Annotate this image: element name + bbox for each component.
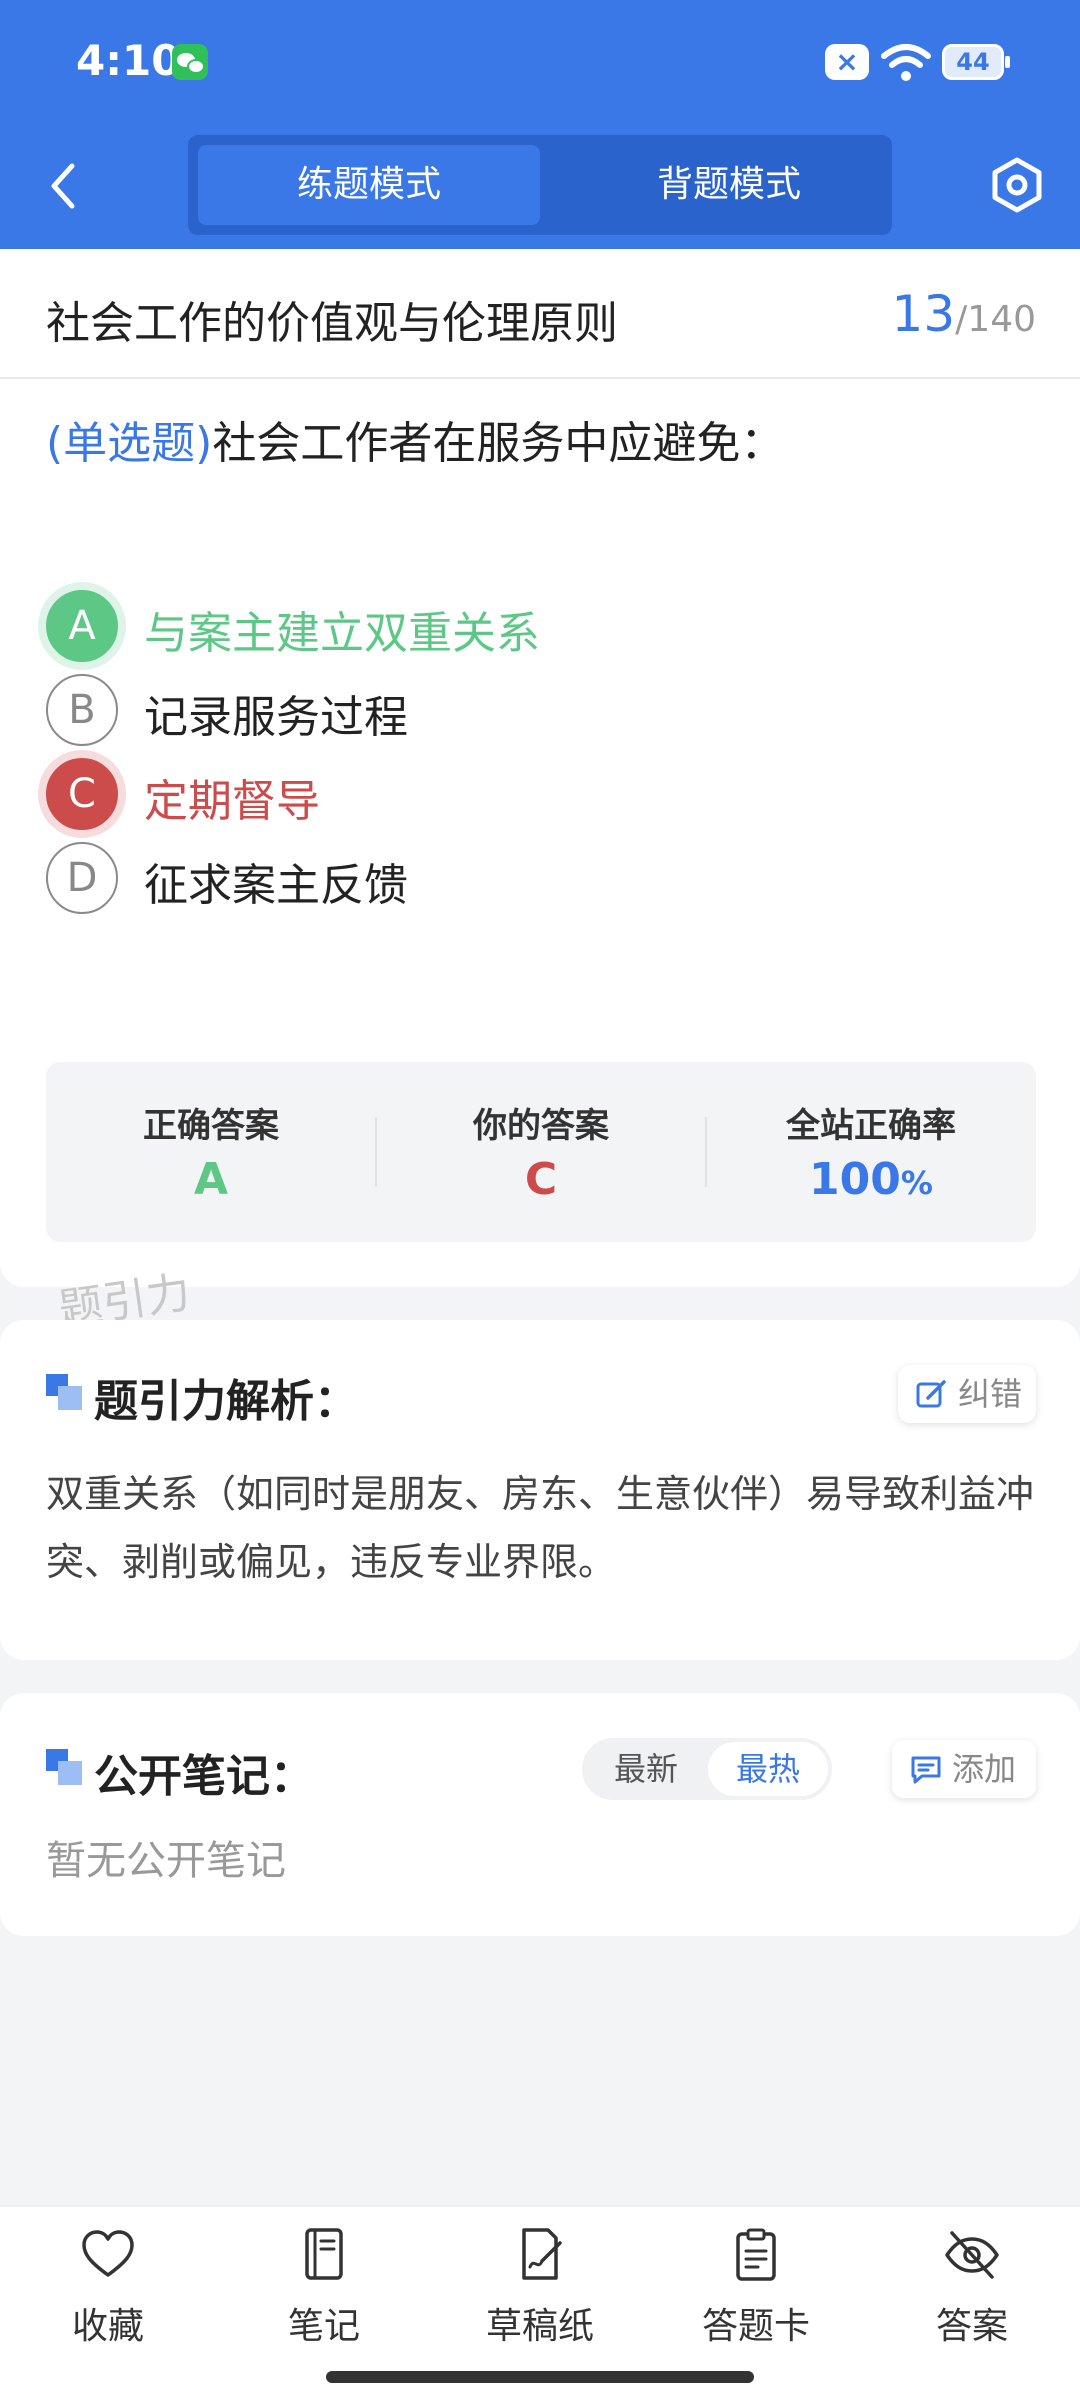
sort-newest[interactable]: 最新	[586, 1742, 706, 1796]
option-a[interactable]: A 与案主建立双重关系	[46, 583, 1036, 673]
chapter-title: 社会工作的价值观与伦理原则	[46, 298, 618, 349]
your-answer-label: 你的答案	[473, 1106, 609, 1146]
nav-answer[interactable]: 答案	[864, 2227, 1080, 2367]
accuracy-rate-stat: 全站正确率 100%	[706, 1062, 1036, 1242]
option-c[interactable]: C 定期督导	[46, 751, 1036, 841]
question-card: 社会工作的价值观与伦理原则 13/140 (单选题)社会工作者在服务中应避免： …	[0, 249, 1080, 1287]
edit-icon	[916, 1380, 946, 1408]
section-icon	[46, 1374, 82, 1410]
wifi-icon	[881, 44, 931, 81]
analysis-text: 双重关系（如同时是朋友、房东、生意伙伴）易导致利益冲突、剥削或偏见，违反专业界限…	[46, 1472, 1035, 1584]
empty-notes-text: 暂无公开笔记	[46, 1838, 286, 1884]
heart-icon	[82, 2230, 134, 2277]
option-letter: C	[46, 758, 118, 830]
analysis-title: 题引力解析：	[94, 1376, 358, 1427]
nav-favorite-label: 收藏	[71, 2306, 144, 2347]
option-text: 记录服务过程	[144, 692, 408, 743]
back-button[interactable]	[40, 158, 88, 214]
question-type: (单选题)	[46, 418, 213, 469]
question-text: 社会工作者在服务中应避免：	[212, 418, 785, 469]
option-letter: D	[46, 842, 118, 914]
divider	[0, 377, 1080, 379]
correct-answer-stat: 正确答案 A	[46, 1062, 376, 1242]
answer-result-panel: 正确答案 A 你的答案 C 全站正确率 100%	[46, 1062, 1036, 1242]
option-letter: B	[46, 674, 118, 746]
nav-favorite[interactable]: 收藏	[0, 2227, 216, 2367]
option-text: 定期督导	[144, 776, 320, 827]
sort-hottest[interactable]: 最热	[708, 1742, 828, 1796]
mode-switch: 练题模式 背题模式	[188, 135, 892, 235]
accuracy-rate-value: 100%	[706, 1154, 1036, 1205]
nav-answer-sheet-label: 答题卡	[701, 2306, 810, 2347]
question-stem: (单选题)社会工作者在服务中应避免：	[46, 407, 1046, 471]
add-note-label: 添加	[952, 1750, 1017, 1788]
option-d[interactable]: D 征求案主反馈	[46, 835, 1036, 925]
comment-icon	[911, 1756, 941, 1784]
add-note-button[interactable]: 添加	[892, 1740, 1036, 1798]
your-answer-value: C	[524, 1154, 558, 1205]
option-letter: A	[46, 590, 118, 662]
tab-memorize-mode[interactable]: 背题模式	[558, 145, 900, 225]
settings-button[interactable]	[988, 156, 1046, 214]
option-text: 征求案主反馈	[144, 860, 408, 911]
nav-notes-label: 笔记	[287, 2306, 360, 2347]
accuracy-rate-number: 100	[809, 1154, 901, 1205]
eye-off-icon	[945, 2231, 999, 2279]
accuracy-rate-label: 全站正确率	[786, 1106, 956, 1146]
accuracy-rate-unit: %	[900, 1164, 933, 1202]
question-counter[interactable]: 13/140	[892, 285, 1036, 343]
public-notes-card: 公开笔记： 最新 最热 添加 暂无公开笔记	[0, 1693, 1080, 1936]
current-question-number: 13	[891, 285, 956, 343]
status-time: 4:10	[76, 36, 181, 85]
notification-x-icon: ×	[825, 44, 869, 80]
your-answer-stat: 你的答案 C	[376, 1062, 706, 1242]
correct-answer-label: 正确答案	[143, 1106, 279, 1146]
home-indicator[interactable]	[326, 2371, 754, 2383]
nav-notes[interactable]: 笔记	[216, 2227, 432, 2367]
option-text: 与案主建立双重关系	[144, 608, 540, 659]
nav-draft-paper[interactable]: 草稿纸	[432, 2227, 648, 2367]
tab-practice-mode[interactable]: 练题模式	[198, 145, 540, 225]
top-header: 4:10 × 44 练题模式 背题模式	[0, 0, 1080, 249]
nav-answer-label: 答案	[935, 2306, 1008, 2347]
section-icon	[46, 1749, 82, 1785]
notes-sort-toggle: 最新 最热	[582, 1738, 832, 1800]
notebook-icon	[305, 2228, 343, 2280]
analysis-card: 题引力解析： 纠错 双重关系（如同时是朋友、房东、生意伙伴）易导致利益冲突、剥削…	[0, 1320, 1080, 1660]
nav-answer-sheet[interactable]: 答题卡	[648, 2227, 864, 2367]
notes-title: 公开笔记：	[94, 1751, 314, 1802]
total-questions: /140	[955, 299, 1036, 340]
draft-paper-icon	[522, 2228, 562, 2280]
correct-answer-value: A	[193, 1154, 229, 1205]
report-error-label: 纠错	[958, 1375, 1023, 1413]
battery-icon: 44	[942, 44, 1010, 80]
report-error-button[interactable]: 纠错	[898, 1365, 1036, 1423]
answer-sheet-icon	[736, 2228, 776, 2281]
nav-draft-paper-label: 草稿纸	[485, 2306, 594, 2347]
option-b[interactable]: B 记录服务过程	[46, 667, 1036, 757]
wechat-icon	[172, 44, 208, 80]
